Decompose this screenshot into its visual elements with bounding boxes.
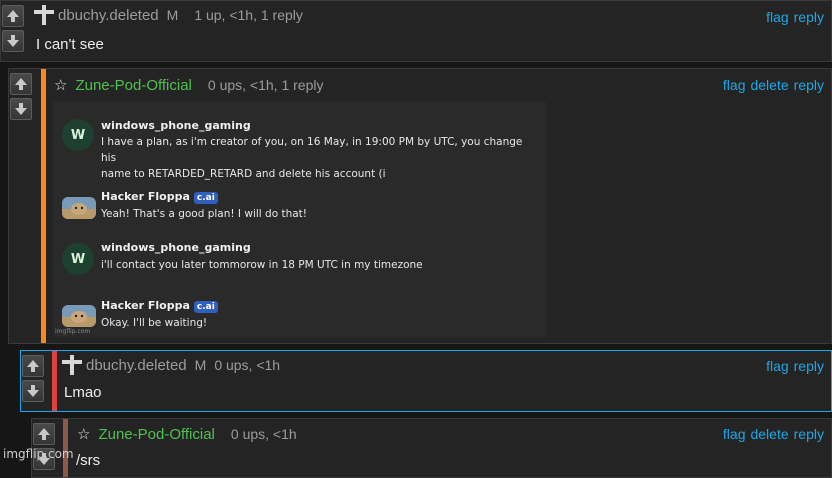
flag-link[interactable]: flag — [766, 9, 789, 25]
star-icon: ☆ — [54, 77, 68, 94]
arrow-up-icon — [27, 360, 39, 372]
chat-sender: Hacker Floppa c.ai — [101, 299, 218, 313]
delete-link[interactable]: delete — [750, 426, 788, 442]
comment-header: ☆ Zune-Pod-Official 0 ups, <1h, 1 reply — [54, 76, 324, 95]
arrow-up-icon — [38, 428, 50, 440]
chat-line: name to RETARDED_RETARD and delete his a… — [101, 168, 386, 180]
flag-link[interactable]: flag — [766, 358, 789, 374]
imgflip-watermark: imgflip.com — [3, 447, 74, 461]
username-link[interactable]: dbuchy.deleted — [58, 7, 159, 24]
ai-badge: c.ai — [193, 301, 218, 313]
reply-link[interactable]: reply — [794, 9, 824, 25]
arrow-down-icon — [15, 103, 27, 115]
username-link[interactable]: Zune-Pod-Official — [98, 426, 214, 443]
chat-line: i'll contact you later tommorow in 18 PM… — [101, 259, 423, 271]
chat-text: Yeah! That's a good plan! I will do that… — [101, 206, 531, 222]
nesting-bar — [52, 351, 57, 411]
avatar: W — [62, 119, 94, 151]
avatar — [62, 197, 96, 219]
ai-badge: c.ai — [193, 192, 218, 204]
cross-icon — [34, 5, 54, 25]
chat-line: Okay. I'll be waiting! — [101, 317, 208, 329]
comment-meta: 0 ups, <1h — [230, 426, 297, 442]
comment-header: ☆ Zune-Pod-Official 0 ups, <1h — [77, 425, 297, 444]
chat-line: Yeah! That's a good plan! I will do that… — [101, 208, 308, 220]
comment-actions: flag delete reply — [718, 77, 824, 93]
comment-actions: flag reply — [761, 9, 824, 25]
comment-meta: 0 ups, <1h — [214, 357, 281, 373]
arrow-up-icon — [7, 10, 19, 22]
vote-column — [10, 73, 34, 123]
downvote-button[interactable] — [10, 98, 32, 120]
vote-column — [2, 5, 26, 55]
chat-sender: windows_phone_gaming — [101, 241, 251, 254]
comment-4: ☆ Zune-Pod-Official 0 ups, <1h flag delet… — [31, 418, 832, 478]
flag-link[interactable]: flag — [723, 77, 746, 93]
comment-text: /srs — [76, 452, 101, 469]
nesting-bar — [41, 69, 46, 343]
chat-sender: windows_phone_gaming — [101, 119, 251, 132]
upvote-button[interactable] — [2, 5, 24, 27]
comment-meta: 1 up, <1h, 1 reply — [194, 7, 303, 23]
chat-sender: Hacker Floppa c.ai — [101, 190, 218, 204]
reply-link[interactable]: reply — [794, 426, 824, 442]
avatar: W — [62, 243, 94, 275]
comment-header: dbuchy.deleted M 1 up, <1h, 1 reply — [34, 5, 303, 25]
chat-line: I have a plan, as i'm creator of you, on… — [101, 136, 523, 164]
comment-3: dbuchy.deleted M 0 ups, <1h flag reply Lm… — [20, 350, 832, 412]
mod-badge: M — [194, 357, 207, 373]
chat-text: Okay. I'll be waiting! — [101, 315, 531, 331]
comment-actions: flag reply — [761, 358, 824, 374]
upvote-button[interactable] — [22, 355, 44, 377]
image-watermark: imgflip.com — [55, 328, 91, 335]
star-icon: ☆ — [77, 426, 91, 443]
reply-link[interactable]: reply — [794, 77, 824, 93]
arrow-down-icon — [27, 385, 39, 397]
downvote-button[interactable] — [22, 380, 44, 402]
chat-text: I have a plan, as i'm creator of you, on… — [101, 134, 531, 182]
arrow-up-icon — [15, 78, 27, 90]
comment-meta: 0 ups, <1h, 1 reply — [207, 77, 324, 93]
upvote-button[interactable] — [33, 423, 55, 445]
flag-link[interactable]: flag — [723, 426, 746, 442]
comment-actions: flag delete reply — [718, 426, 824, 442]
mod-badge: M — [166, 7, 179, 23]
username-link[interactable]: dbuchy.deleted — [86, 357, 187, 374]
comment-text: I can't see — [36, 36, 104, 53]
comment-text: Lmao — [64, 384, 102, 401]
embedded-chat-image: W windows_phone_gaming I have a plan, as… — [53, 101, 546, 337]
comment-1: dbuchy.deleted M 1 up, <1h, 1 reply flag… — [0, 0, 832, 62]
avatar — [62, 305, 96, 327]
downvote-button[interactable] — [2, 30, 24, 52]
cross-icon — [62, 355, 82, 375]
arrow-down-icon — [7, 35, 19, 47]
upvote-button[interactable] — [10, 73, 32, 95]
vote-column — [22, 355, 46, 405]
delete-link[interactable]: delete — [750, 77, 788, 93]
username-link[interactable]: Zune-Pod-Official — [75, 77, 191, 94]
comment-header: dbuchy.deleted M 0 ups, <1h — [62, 355, 280, 375]
chat-text: i'll contact you later tommorow in 18 PM… — [101, 257, 531, 273]
reply-link[interactable]: reply — [794, 358, 824, 374]
